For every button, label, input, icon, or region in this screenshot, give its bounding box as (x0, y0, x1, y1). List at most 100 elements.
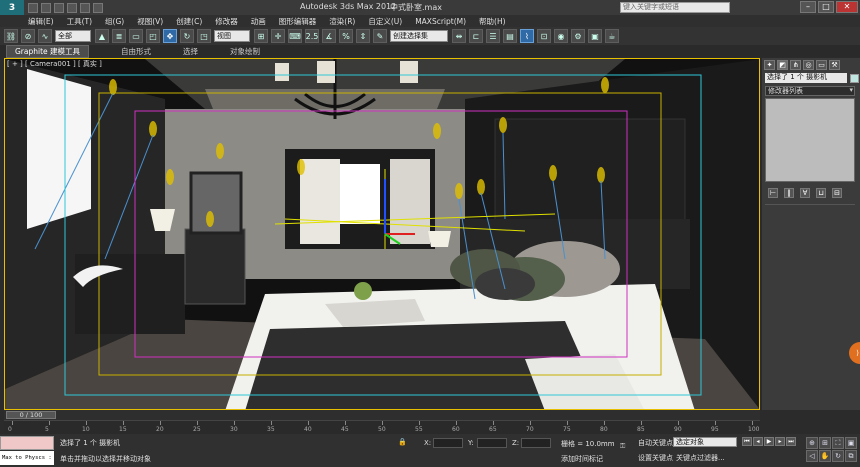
modifier-list-select[interactable]: 修改器列表 (765, 86, 855, 96)
time-slider[interactable]: 0 / 100 (4, 410, 760, 420)
menu-edit[interactable]: 编辑(E) (28, 16, 54, 27)
named-selection-select[interactable]: 创建选择集 (390, 30, 448, 42)
track-bar[interactable]: 0 5 10 15 20 25 30 35 40 45 50 55 60 65 70 75 80 85 90 95 10… (4, 420, 760, 434)
select-rotate-icon[interactable]: ↻ (180, 29, 194, 43)
zoom-extents-icon[interactable]: ⛶ (832, 437, 844, 449)
select-scale-icon[interactable]: ◳ (197, 29, 211, 43)
app-logo-icon[interactable]: 3 (0, 0, 24, 15)
selected-object-select[interactable]: 选定对象 (673, 437, 737, 447)
next-frame-icon[interactable]: ▸ (775, 437, 785, 446)
display-tab-icon[interactable]: ▭ (816, 60, 827, 70)
align-icon[interactable]: ⊏ (469, 29, 483, 43)
menu-animation[interactable]: 动画 (251, 16, 266, 27)
configure-sets-icon[interactable]: ⊟ (832, 188, 842, 198)
go-to-start-icon[interactable]: ⏮ (742, 437, 752, 446)
reference-coordinate-select[interactable]: 视图 (214, 30, 250, 42)
percent-snap-icon[interactable]: % (339, 29, 353, 43)
undo-icon[interactable] (67, 2, 77, 13)
tab-selection[interactable]: 选择 (183, 46, 198, 57)
maximize-viewport-icon[interactable]: ⧉ (845, 450, 857, 462)
layer-manager-icon[interactable]: ☰ (486, 29, 500, 43)
key-icon[interactable]: ⚿ (620, 442, 625, 451)
search-input[interactable]: 键入关键字或短语 (620, 2, 730, 13)
utilities-tab-icon[interactable]: ⚒ (829, 60, 840, 70)
selection-filter-select[interactable]: 全部 (55, 30, 91, 42)
object-color-swatch[interactable] (850, 73, 859, 83)
key-filters-button[interactable]: 关键点过滤器... (676, 453, 725, 463)
minimize-button[interactable]: – (800, 1, 816, 13)
menu-maxscript[interactable]: MAXScript(M) (415, 17, 466, 26)
menu-rendering[interactable]: 渲染(R) (329, 16, 355, 27)
menu-graph-editors[interactable]: 图形编辑器 (279, 16, 317, 27)
mirror-icon[interactable]: ⇹ (452, 29, 466, 43)
window-crossing-icon[interactable]: ◰ (146, 29, 160, 43)
pivot-center-icon[interactable]: ⊞ (254, 29, 268, 43)
menu-help[interactable]: 帮助(H) (479, 16, 506, 27)
render-production-icon[interactable]: ☕ (605, 29, 619, 43)
menu-modifiers[interactable]: 修改器 (215, 16, 238, 27)
orbit-icon[interactable]: ↻ (832, 450, 844, 462)
angle-snap-icon[interactable]: ∡ (322, 29, 336, 43)
pan-icon[interactable]: ✋ (819, 450, 831, 462)
keyboard-shortcut-icon[interactable]: ⌨ (288, 29, 302, 43)
zoom-icon[interactable]: ⊕ (806, 437, 818, 449)
tab-object-paint[interactable]: 对象绘制 (230, 46, 260, 57)
set-key-label[interactable]: 设置关键点 (638, 453, 673, 463)
field-of-view-icon[interactable]: ◁ (806, 450, 818, 462)
zoom-all-icon[interactable]: ⊞ (819, 437, 831, 449)
play-icon[interactable]: ▶ (764, 437, 774, 446)
schematic-view-icon[interactable]: ⊡ (537, 29, 551, 43)
modify-tab-icon[interactable]: ◩ (777, 60, 788, 70)
graphite-toggle-icon[interactable]: ▤ (503, 29, 517, 43)
x-coordinate-field[interactable] (433, 438, 463, 448)
close-button[interactable]: ✕ (836, 1, 858, 13)
open-file-icon[interactable] (41, 2, 51, 13)
rect-selection-icon[interactable]: ▭ (129, 29, 143, 43)
new-file-icon[interactable] (28, 2, 38, 13)
menu-create[interactable]: 创建(C) (176, 16, 202, 27)
lock-selection-icon[interactable]: 🔒 (398, 438, 407, 446)
select-move-icon[interactable]: ✥ (163, 29, 177, 43)
remove-modifier-icon[interactable]: ⊔ (816, 188, 826, 198)
menu-views[interactable]: 视图(V) (137, 16, 163, 27)
autokey-label[interactable]: 自动关键点 (638, 438, 673, 448)
snap-toggle-icon[interactable]: 2.5 (305, 29, 319, 43)
time-slider-thumb[interactable]: 0 / 100 (6, 411, 56, 419)
previous-frame-icon[interactable]: ◂ (753, 437, 763, 446)
edit-named-selection-icon[interactable]: ✎ (373, 29, 387, 43)
material-editor-icon[interactable]: ◉ (554, 29, 568, 43)
motion-tab-icon[interactable]: ◎ (803, 60, 814, 70)
maximize-button[interactable]: □ (818, 1, 834, 13)
menu-tools[interactable]: 工具(T) (67, 16, 92, 27)
maxscript-input[interactable]: Max to Physcs : (0, 451, 54, 465)
camera-viewport[interactable]: [ + ] [ Camera001 ] [ 真实 ] (4, 58, 760, 410)
manipulate-icon[interactable]: ✛ (271, 29, 285, 43)
spinner-snap-icon[interactable]: ⇕ (356, 29, 370, 43)
maxscript-listener-mini[interactable] (0, 436, 54, 450)
menu-group[interactable]: 组(G) (105, 16, 124, 27)
render-setup-icon[interactable]: ⚙ (571, 29, 585, 43)
make-unique-icon[interactable]: ∀ (800, 188, 810, 198)
tab-freeform[interactable]: 自由形式 (121, 46, 151, 57)
create-tab-icon[interactable]: ✦ (764, 60, 775, 70)
menu-customize[interactable]: 自定义(U) (368, 16, 402, 27)
viewport-label[interactable]: [ + ] [ Camera001 ] [ 真实 ] (7, 59, 102, 69)
object-name-field[interactable]: 选择了 1 个 摄影机 (765, 73, 847, 83)
z-coordinate-field[interactable] (521, 438, 551, 448)
show-end-result-icon[interactable]: ‖ (784, 188, 794, 198)
y-coordinate-field[interactable] (477, 438, 507, 448)
go-to-end-icon[interactable]: ⏭ (786, 437, 796, 446)
hierarchy-tab-icon[interactable]: ⋔ (790, 60, 801, 70)
hold-icon[interactable] (93, 2, 103, 13)
redo-icon[interactable] (80, 2, 90, 13)
zoom-extents-all-icon[interactable]: ▣ (845, 437, 857, 449)
add-time-tag[interactable]: 添加时间标记 (561, 454, 603, 464)
pin-stack-icon[interactable]: ⊢ (768, 188, 778, 198)
tab-graphite-modeling[interactable]: Graphite 建模工具 (6, 44, 90, 58)
modifier-stack[interactable] (765, 98, 855, 182)
curve-editor-icon[interactable]: ⌇ (520, 29, 534, 43)
select-by-name-icon[interactable]: ≣ (112, 29, 126, 43)
rendered-frame-icon[interactable]: ▣ (588, 29, 602, 43)
link-icon[interactable]: ⛓ (4, 29, 18, 43)
select-object-icon[interactable]: ▲ (95, 29, 109, 43)
